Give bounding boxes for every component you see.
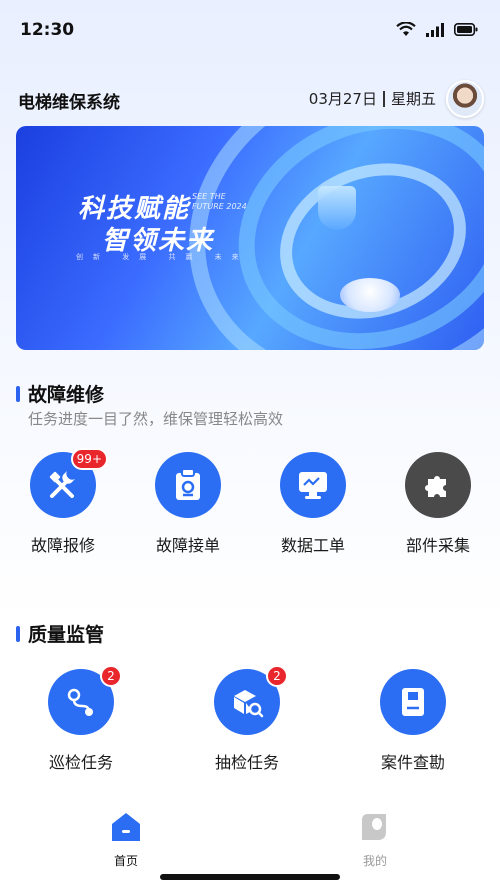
fault-report-label: 故障报修	[30, 536, 95, 555]
spot-check-label: 抽检任务	[214, 753, 279, 772]
tab-mine[interactable]: 我的	[335, 810, 415, 869]
case-book-icon	[402, 688, 424, 716]
wifi-icon	[396, 22, 416, 36]
case-survey-label: 案件查勘	[380, 753, 445, 772]
tab-home-label: 首页	[113, 854, 138, 868]
patrol-task-badge: 2	[100, 665, 122, 687]
banner-english-line1: SEE THE	[192, 192, 226, 201]
parts-collect-label: 部件采集	[405, 536, 470, 555]
data-order-button[interactable]: 数据工单	[280, 452, 346, 556]
fault-accept-label: 故障接单	[155, 536, 220, 555]
banner-small-text: 创新 发展 共赢 未来	[76, 253, 249, 261]
home-indicator	[160, 874, 340, 880]
section-accent-bar	[16, 385, 20, 402]
fault-section-title: 故障维修	[28, 384, 105, 406]
route-inspection-icon	[67, 688, 93, 716]
case-survey-button[interactable]: 案件查勘	[380, 669, 446, 773]
shield-icon	[318, 186, 356, 230]
header: 电梯维保系统 03月27日 星期五	[0, 80, 500, 120]
banner-english-text: SEE THE FUTURE 2024	[192, 192, 262, 212]
patrol-task-label: 巡检任务	[48, 753, 113, 772]
cellular-signal-icon	[426, 22, 444, 37]
patrol-task-button[interactable]: 2 巡检任务	[48, 665, 122, 773]
monitor-chart-icon	[299, 472, 327, 499]
avatar[interactable]	[446, 80, 484, 118]
fault-report-badge: 99+	[70, 448, 108, 470]
date-divider	[382, 90, 385, 107]
quality-grid: 2 巡检任务 2 抽检任务 案件查勘	[48, 665, 446, 773]
spot-check-badge: 2	[266, 665, 288, 687]
home-icon	[112, 813, 140, 841]
quality-section-header: 质量监管	[16, 620, 104, 647]
fault-section-subtitle: 任务进度一目了然，维保管理轻松高效	[28, 410, 284, 428]
user-profile-icon	[362, 814, 386, 840]
box-search-icon	[234, 690, 264, 718]
weekday-text: 星期五	[390, 90, 436, 108]
banner-english-line2: FUTURE 2024	[192, 202, 247, 211]
date-text: 03月27日	[308, 90, 377, 108]
status-time: 12:30	[20, 20, 75, 40]
quality-section-title: 质量监管	[28, 624, 105, 646]
app-title: 电梯维保系统	[18, 93, 120, 113]
status-bar: 12:30	[0, 0, 500, 64]
fault-grid: 99+ 故障报修 故障接单 数据工单 部件采集	[30, 448, 471, 556]
battery-icon	[454, 23, 478, 36]
data-order-label: 数据工单	[280, 536, 345, 555]
fault-accept-button[interactable]: 故障接单	[155, 452, 221, 556]
tab-home[interactable]: 首页	[86, 810, 166, 869]
tab-mine-label: 我的	[362, 854, 387, 868]
fault-section-header: 故障维修	[16, 380, 104, 407]
repair-tools-icon	[49, 471, 75, 498]
spot-check-button[interactable]: 2 抽检任务	[214, 665, 288, 773]
banner-orb-decor	[340, 278, 400, 312]
status-icons	[396, 22, 478, 37]
date-display: 03月27日 星期五	[309, 88, 436, 109]
fault-report-button[interactable]: 99+ 故障报修	[30, 448, 108, 556]
clipboard-order-icon	[176, 468, 200, 500]
section-accent-bar	[16, 625, 20, 642]
parts-collect-button[interactable]: 部件采集	[405, 452, 471, 556]
promo-banner[interactable]: 科技赋能 智领未来 SEE THE FUTURE 2024 创新 发展 共赢 未…	[16, 126, 484, 350]
puzzle-parts-icon	[425, 476, 446, 497]
